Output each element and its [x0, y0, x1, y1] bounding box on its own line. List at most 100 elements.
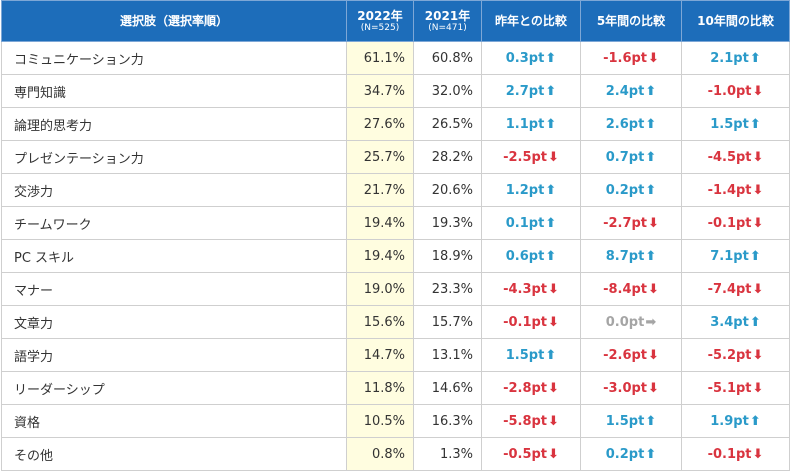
diff-5yr: 1.5pt⬆ — [580, 404, 682, 438]
value-2021: 14.6% — [413, 371, 482, 405]
table-row: リーダーシップ 11.8% 14.6% -2.8pt⬇ -3.0pt⬇ -5.1pt⬇ — [1, 371, 790, 405]
table-row: 資格 10.5% 16.3% -5.8pt⬇ 1.5pt⬆ 1.9pt⬆ — [1, 404, 790, 438]
diff-5yr: -8.4pt⬇ — [580, 272, 682, 306]
header-2022: 2022年 (N=525) — [346, 0, 414, 42]
diff-5yr: 8.7pt⬆ — [580, 239, 682, 273]
diff-10yr-value: 7.1pt — [710, 248, 749, 264]
arrow-up-icon: ⬆ — [645, 446, 657, 462]
diff-10yr: -5.1pt⬇ — [681, 371, 790, 405]
row-label: 資格 — [1, 404, 347, 438]
diff-5yr: 2.6pt⬆ — [580, 107, 682, 141]
diff-10yr-value: 1.9pt — [710, 413, 749, 429]
table-row: その他 0.8% 1.3% -0.5pt⬇ 0.2pt⬆ -0.1pt⬇ — [1, 437, 790, 471]
row-label: プレゼンテーション力 — [1, 140, 347, 174]
diff-5yr: 0.0pt➡ — [580, 305, 682, 339]
value-2021: 26.5% — [413, 107, 482, 141]
header-2022-year: 2022年 — [357, 8, 403, 23]
value-2022: 19.4% — [346, 239, 414, 273]
diff-10yr: 1.9pt⬆ — [681, 404, 790, 438]
arrow-up-icon: ⬆ — [749, 50, 761, 66]
diff-10yr-value: 1.5pt — [710, 116, 749, 132]
table-row: 文章力 15.6% 15.7% -0.1pt⬇ 0.0pt➡ 3.4pt⬆ — [1, 305, 790, 339]
row-label: チームワーク — [1, 206, 347, 240]
diff-last-year-value: -2.8pt — [503, 380, 548, 396]
diff-5yr-value: -2.6pt — [603, 347, 648, 363]
diff-10yr-value: -0.1pt — [707, 446, 752, 462]
diff-last-year-value: -0.5pt — [503, 446, 548, 462]
table-row: マナー 19.0% 23.3% -4.3pt⬇ -8.4pt⬇ -7.4pt⬇ — [1, 272, 790, 306]
diff-10yr-value: 3.4pt — [710, 314, 749, 330]
row-label: 交渉力 — [1, 173, 347, 207]
value-2022: 34.7% — [346, 74, 414, 108]
value-2021: 16.3% — [413, 404, 482, 438]
value-2021: 15.7% — [413, 305, 482, 339]
diff-10yr-value: -4.5pt — [707, 149, 752, 165]
diff-last-year: -0.5pt⬇ — [481, 437, 581, 471]
arrow-up-icon: ⬆ — [545, 182, 557, 198]
diff-10yr: 1.5pt⬆ — [681, 107, 790, 141]
diff-5yr: -3.0pt⬇ — [580, 371, 682, 405]
diff-last-year-value: -0.1pt — [503, 314, 548, 330]
row-label: 論理的思考力 — [1, 107, 347, 141]
diff-10yr-value: -5.2pt — [707, 347, 752, 363]
diff-5yr-value: 2.6pt — [605, 116, 645, 132]
arrow-down-icon: ⬇ — [648, 50, 659, 66]
arrow-up-icon: ⬆ — [645, 116, 657, 132]
diff-last-year-value: -5.8pt — [503, 413, 548, 429]
diff-10yr: -7.4pt⬇ — [681, 272, 790, 306]
table-row: 交渉力 21.7% 20.6% 1.2pt⬆ 0.2pt⬆ -1.4pt⬇ — [1, 173, 790, 207]
arrow-down-icon: ⬇ — [548, 281, 559, 297]
value-2021: 13.1% — [413, 338, 482, 372]
arrow-up-icon: ⬆ — [545, 116, 557, 132]
diff-10yr-value: -5.1pt — [707, 380, 752, 396]
diff-5yr: 0.2pt⬆ — [580, 437, 682, 471]
diff-5yr: 2.4pt⬆ — [580, 74, 682, 108]
value-2021: 18.9% — [413, 239, 482, 273]
table-row: チームワーク 19.4% 19.3% 0.1pt⬆ -2.7pt⬇ -0.1pt⬇ — [1, 206, 790, 240]
arrow-up-icon: ⬆ — [645, 248, 657, 264]
value-2021: 60.8% — [413, 41, 482, 75]
diff-last-year-value: -4.3pt — [503, 281, 548, 297]
value-2022: 15.6% — [346, 305, 414, 339]
value-2022: 19.0% — [346, 272, 414, 306]
diff-5yr-value: 1.5pt — [605, 413, 645, 429]
value-2022: 19.4% — [346, 206, 414, 240]
diff-last-year: -0.1pt⬇ — [481, 305, 581, 339]
value-2021: 28.2% — [413, 140, 482, 174]
arrow-up-icon: ⬆ — [749, 116, 761, 132]
arrow-down-icon: ⬇ — [752, 347, 764, 363]
table-row: 専門知識 34.7% 32.0% 2.7pt⬆ 2.4pt⬆ -1.0pt⬇ — [1, 74, 790, 108]
table-row: 論理的思考力 27.6% 26.5% 1.1pt⬆ 2.6pt⬆ 1.5pt⬆ — [1, 107, 790, 141]
arrow-down-icon: ⬇ — [752, 380, 764, 396]
value-2022: 21.7% — [346, 173, 414, 207]
diff-5yr-value: -2.7pt — [603, 215, 648, 231]
row-label: その他 — [1, 437, 347, 471]
arrow-up-icon: ⬆ — [645, 413, 657, 429]
header-vs-last-year: 昨年との比較 — [481, 0, 581, 42]
arrow-up-icon: ⬆ — [545, 50, 557, 66]
diff-5yr-value: -3.0pt — [603, 380, 648, 396]
row-label: リーダーシップ — [1, 371, 347, 405]
diff-last-year: 1.5pt⬆ — [481, 338, 581, 372]
header-vs-10yr: 10年間の比較 — [681, 0, 790, 42]
arrow-down-icon: ⬇ — [648, 380, 659, 396]
header-vs-5yr: 5年間の比較 — [580, 0, 682, 42]
diff-10yr: -0.1pt⬇ — [681, 437, 790, 471]
diff-last-year: 1.1pt⬆ — [481, 107, 581, 141]
arrow-down-icon: ⬇ — [752, 215, 764, 231]
arrow-down-icon: ⬇ — [648, 347, 659, 363]
arrow-down-icon: ⬇ — [548, 149, 559, 165]
arrow-up-icon: ⬆ — [645, 83, 657, 99]
row-label: 文章力 — [1, 305, 347, 339]
diff-10yr: 3.4pt⬆ — [681, 305, 790, 339]
diff-5yr-value: 2.4pt — [605, 83, 645, 99]
arrow-right-icon: ➡ — [645, 314, 657, 330]
arrow-up-icon: ⬆ — [545, 347, 557, 363]
value-2022: 14.7% — [346, 338, 414, 372]
row-label: PC スキル — [1, 239, 347, 273]
diff-last-year: -4.3pt⬇ — [481, 272, 581, 306]
diff-5yr-value: -8.4pt — [603, 281, 648, 297]
diff-10yr-value: -7.4pt — [707, 281, 752, 297]
arrow-down-icon: ⬇ — [752, 281, 764, 297]
row-label: マナー — [1, 272, 347, 306]
